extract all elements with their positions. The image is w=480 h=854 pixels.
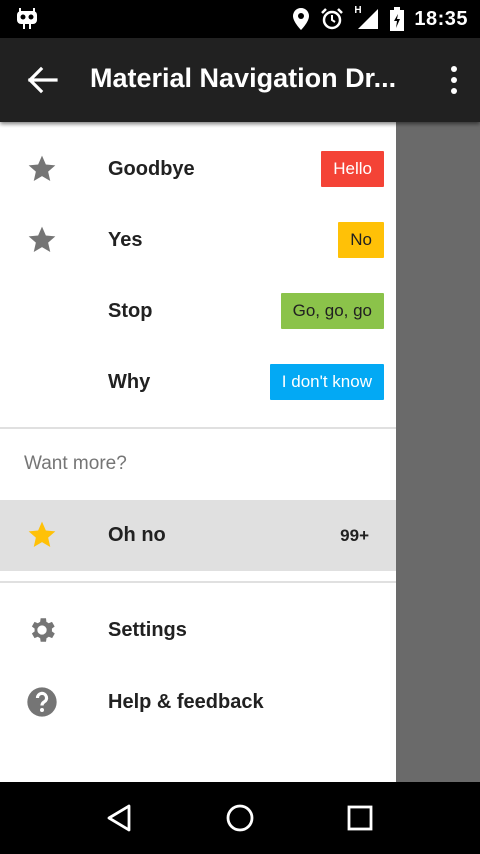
drawer-item-label: Settings (108, 619, 187, 641)
back-triangle-icon[interactable] (102, 800, 138, 836)
android-debug-icon (17, 8, 37, 29)
gear-icon (31, 618, 55, 642)
drawer-item-badge: Hello (321, 151, 384, 187)
network-type-label: H (354, 5, 362, 16)
drawer-item-label: Yes (108, 229, 143, 251)
alarm-icon (321, 8, 344, 30)
drawer-item-label: Goodbye (108, 158, 195, 180)
drawer-item-count: 99+ (340, 526, 369, 545)
home-circle-icon[interactable] (222, 800, 258, 836)
drawer-divider (0, 427, 396, 429)
recents-square-icon[interactable] (342, 800, 378, 836)
drawer-subheader: Want more? (24, 453, 127, 474)
drawer-item-help[interactable]: Help & feedback (0, 667, 396, 738)
system-nav-bar (0, 782, 480, 854)
drawer-item-badge: No (338, 222, 384, 258)
drawer-item-goodbye[interactable]: Goodbye Hello (0, 134, 396, 205)
battery-icon (390, 7, 405, 31)
drawer-item-why[interactable]: Why I don't know (0, 347, 396, 418)
navigation-drawer: Goodbye Hello Yes No Stop Go, go, go Why… (0, 122, 396, 782)
star-icon (28, 226, 56, 252)
drawer-item-settings[interactable]: Settings (0, 595, 396, 666)
status-bar: H 18:35 (0, 0, 480, 38)
drawer-item-label: Stop (108, 300, 153, 322)
star-icon (28, 155, 56, 181)
star-icon (28, 521, 56, 547)
drawer-item-label: Help & feedback (108, 691, 264, 713)
drawer-scrim[interactable] (396, 122, 480, 782)
drawer-divider (0, 581, 396, 583)
clock-time: 18:35 (414, 7, 468, 30)
app-toolbar: Material Navigation Dr... (0, 38, 480, 122)
drawer-item-label: Oh no (108, 524, 166, 546)
drawer-item-oh-no[interactable]: Oh no 99+ (0, 500, 396, 571)
location-icon (293, 8, 310, 30)
more-vert-icon[interactable] (446, 64, 462, 96)
drawer-item-yes[interactable]: Yes No (0, 205, 396, 276)
drawer-item-badge: I don't know (269, 364, 384, 400)
help-icon (27, 687, 57, 717)
drawer-item-label: Why (108, 371, 151, 393)
signal-icon: H (354, 5, 380, 31)
back-arrow-icon[interactable] (22, 60, 62, 100)
page-title: Material Navigation Dr... (90, 63, 397, 93)
drawer-item-badge: Go, go, go (280, 293, 384, 329)
drawer-item-stop[interactable]: Stop Go, go, go (0, 276, 396, 347)
